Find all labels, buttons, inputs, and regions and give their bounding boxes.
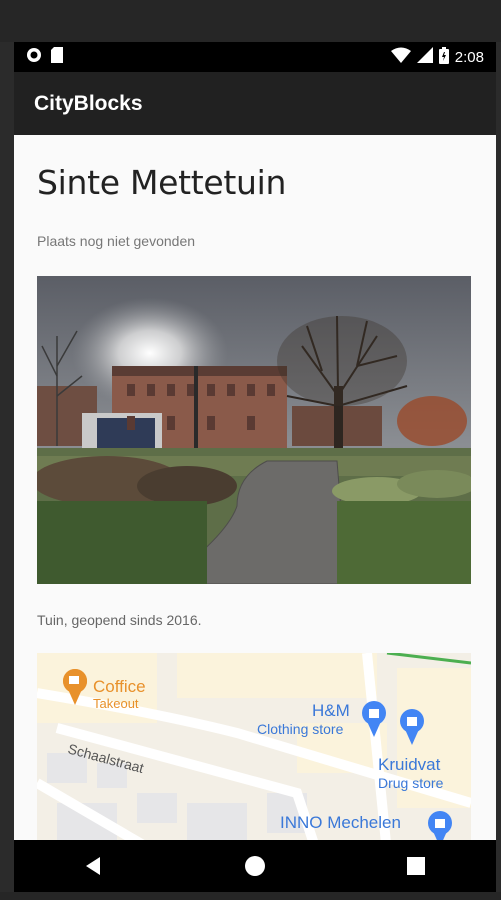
- poi-coffice-name[interactable]: Coffice: [93, 677, 146, 697]
- battery-icon: [438, 46, 449, 68]
- app-bar: CityBlocks: [14, 72, 496, 135]
- poi-inno-name[interactable]: INNO Mechelen: [280, 813, 401, 833]
- back-icon[interactable]: [64, 846, 124, 886]
- map-view[interactable]: Schaalstraat Coffice Takeout H&M Clothin…: [37, 653, 471, 840]
- poi-kruidvat-category: Drug store: [378, 775, 444, 791]
- poi-hm-name[interactable]: H&M: [312, 701, 350, 721]
- wifi-icon: [390, 47, 411, 67]
- status-bar: 2:08: [14, 42, 496, 72]
- device-frame-top: [0, 0, 501, 42]
- navigation-bar: [14, 840, 496, 892]
- poi-kruidvat-name[interactable]: Kruidvat: [378, 755, 440, 775]
- app-title: CityBlocks: [34, 91, 143, 115]
- notification-circle-icon: [26, 47, 42, 68]
- place-detail-content[interactable]: Sinte Mettetuin Plaats nog niet gevonden: [14, 135, 496, 840]
- device-frame-bottom: [0, 892, 501, 900]
- place-photo: [37, 276, 471, 584]
- poi-hm-category: Clothing store: [257, 721, 344, 737]
- place-found-status: Plaats nog niet gevonden: [37, 233, 196, 249]
- clock-time: 2:08: [454, 48, 484, 66]
- poi-coffice-category: Takeout: [93, 696, 139, 711]
- sd-card-icon: [50, 46, 64, 68]
- place-caption: Tuin, geopend sinds 2016.: [37, 612, 202, 628]
- place-title: Sinte Mettetuin: [37, 163, 287, 202]
- recents-icon[interactable]: [386, 846, 446, 886]
- home-icon[interactable]: [225, 846, 285, 886]
- signal-icon: [416, 47, 433, 67]
